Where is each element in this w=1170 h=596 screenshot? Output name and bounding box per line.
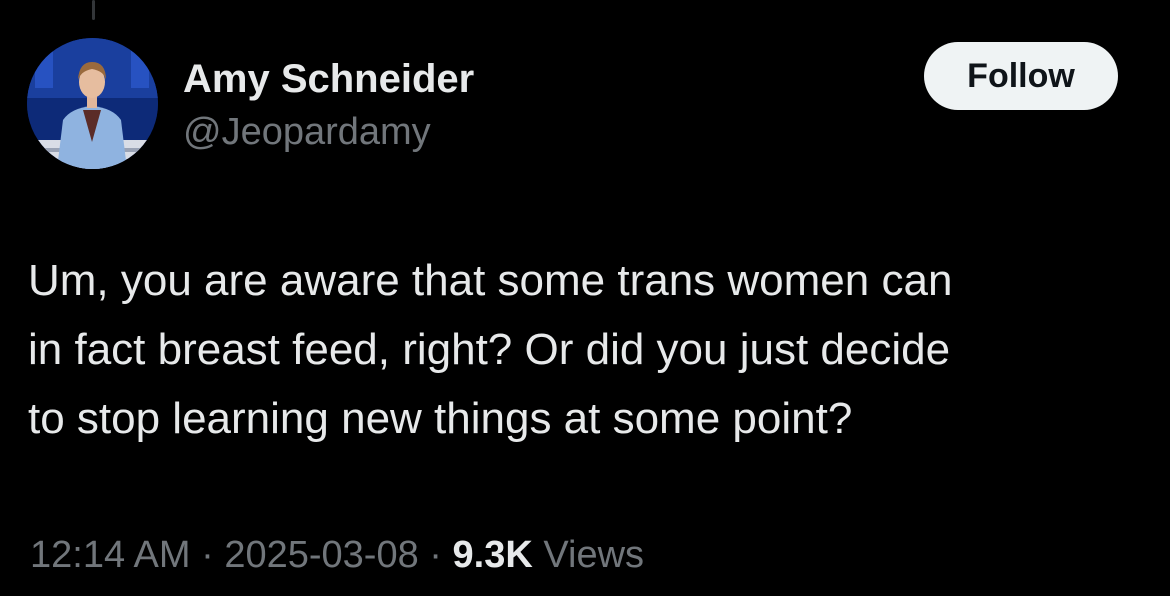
- tweet-text-line: Um, you are aware that some trans women …: [28, 256, 953, 305]
- views-label: Views: [532, 534, 645, 576]
- views-count: 9.3K: [452, 534, 533, 576]
- tweet-text-line: to stop learning new things at some poin…: [28, 394, 853, 443]
- author-handle[interactable]: @Jeopardamy: [183, 110, 431, 154]
- meta-separator: ·: [418, 534, 453, 576]
- thread-connector-line: [92, 0, 95, 20]
- avatar-image: [27, 38, 158, 169]
- meta-separator: ·: [190, 534, 225, 576]
- follow-button[interactable]: Follow: [924, 42, 1118, 110]
- author-display-name[interactable]: Amy Schneider: [183, 56, 474, 102]
- tweet-time[interactable]: 12:14 AM: [30, 534, 191, 576]
- tweet-text-line: in fact breast feed, right? Or did you j…: [28, 325, 951, 374]
- tweet-text: Um, you are aware that some trans women …: [28, 246, 1138, 453]
- avatar[interactable]: [27, 38, 158, 169]
- tweet-date[interactable]: 2025-03-08: [224, 534, 418, 576]
- tweet-meta: 12:14 AM · 2025-03-08 · 9.3K Views: [30, 531, 644, 579]
